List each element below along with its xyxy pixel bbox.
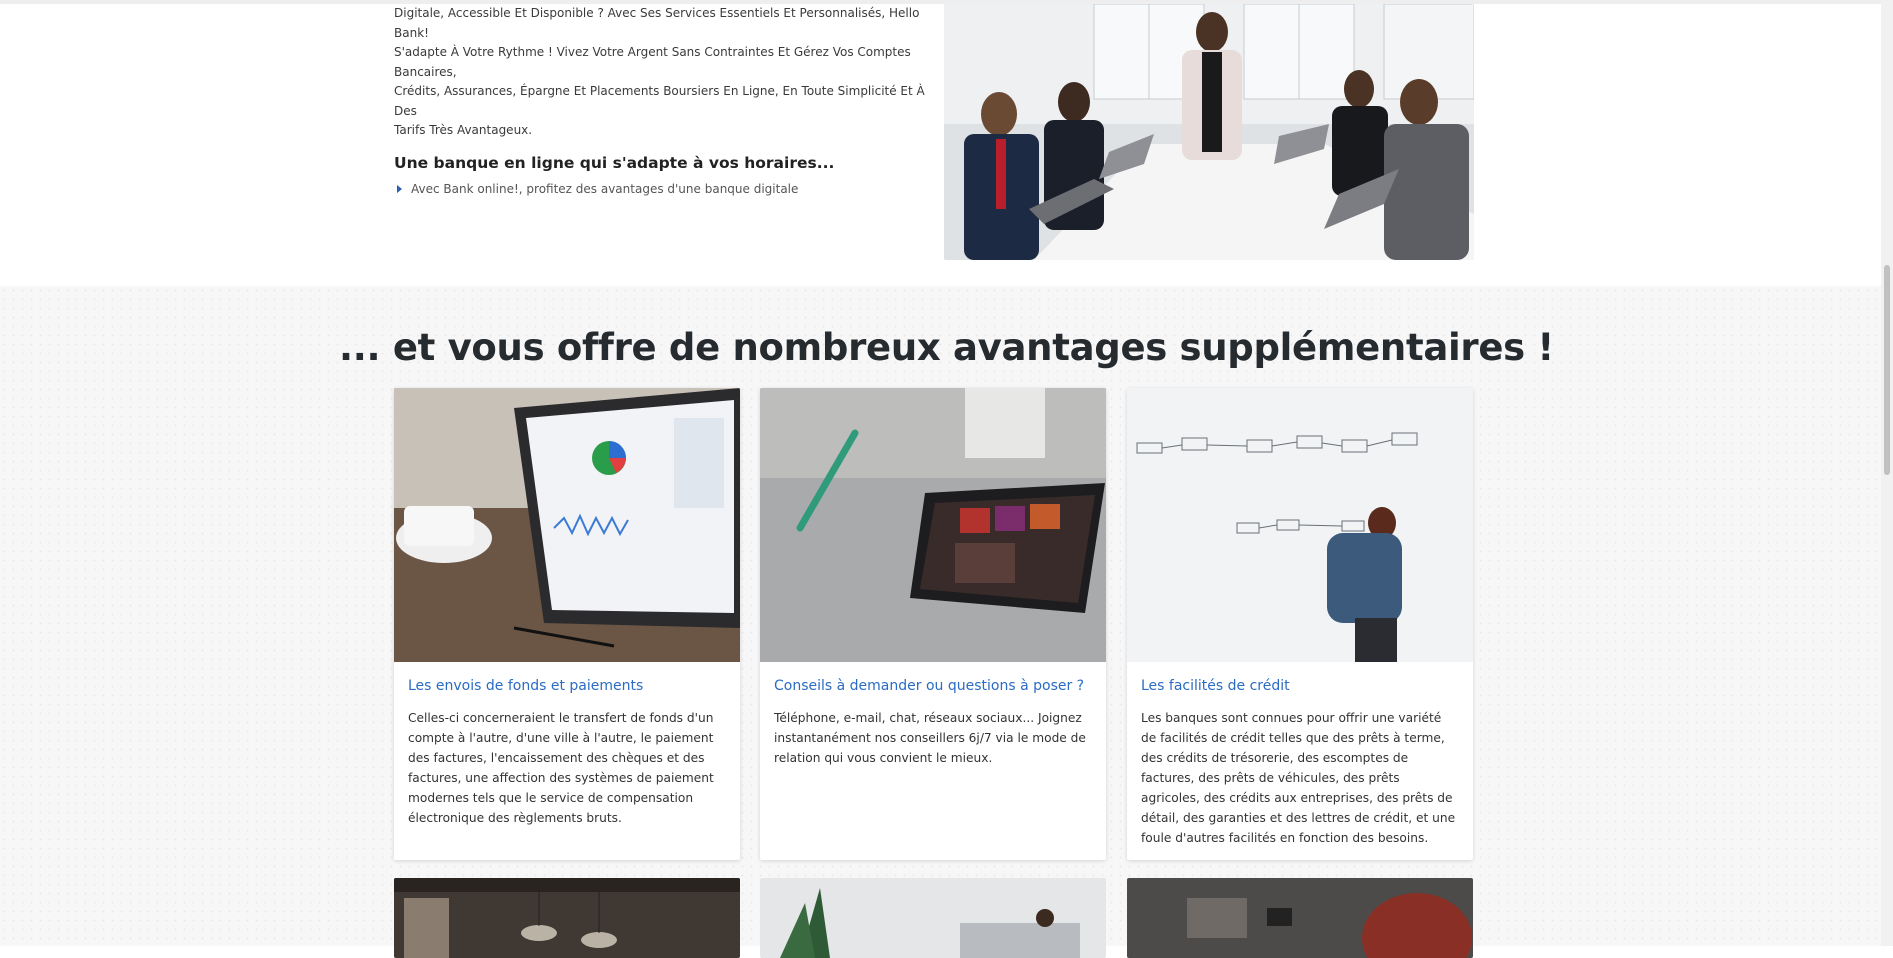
card-title-link[interactable]: Conseils à demander ou questions à poser… bbox=[774, 678, 1092, 694]
bullet-text: Avec Bank online!, profitez des avantage… bbox=[411, 181, 799, 196]
intro-section: Digitale, Accessible Et Disponible ? Ave… bbox=[0, 4, 1893, 286]
intro-line: Tarifs Très Avantageux. bbox=[394, 123, 533, 137]
office-plant-image bbox=[760, 878, 1106, 958]
advantage-card-advice: Conseils à demander ou questions à poser… bbox=[760, 388, 1106, 860]
card-description: Téléphone, e-mail, chat, réseaux sociaux… bbox=[774, 711, 1086, 765]
card-description: Celles-ci concerneraient le transfert de… bbox=[408, 711, 714, 825]
smartphone-image bbox=[760, 388, 1106, 662]
caret-right-icon bbox=[397, 184, 402, 193]
team-meeting-photo bbox=[944, 4, 1474, 260]
scrollbar-thumb[interactable] bbox=[1884, 265, 1890, 475]
intro-bullet: Avec Bank online!, profitez des avantage… bbox=[394, 182, 934, 196]
intro-line: S'adapte À Votre Rythme ! Vivez Votre Ar… bbox=[394, 45, 911, 79]
advantages-title: ... et vous offre de nombreux avantages … bbox=[338, 326, 1554, 369]
intro-line: Crédits, Assurances, Épargne Et Placemen… bbox=[394, 84, 925, 118]
advantages-section: ... et vous offre de nombreux avantages … bbox=[0, 286, 1893, 958]
cafe-interior-image bbox=[394, 878, 740, 958]
advantage-card-payments: Les envois de fonds et paiements Celles-… bbox=[394, 388, 740, 860]
card-title-link[interactable]: Les envois de fonds et paiements bbox=[408, 678, 726, 694]
card-title-link[interactable]: Les facilités de crédit bbox=[1141, 678, 1459, 694]
page-scrollbar[interactable] bbox=[1881, 0, 1893, 946]
tablet-analytics-image bbox=[394, 388, 740, 662]
intro-line: Digitale, Accessible Et Disponible ? Ave… bbox=[394, 6, 920, 40]
whiteboard-image bbox=[1127, 388, 1473, 662]
people-phones-image bbox=[1127, 878, 1473, 958]
card-description: Les banques sont connues pour offrir une… bbox=[1141, 711, 1456, 845]
intro-paragraph: Digitale, Accessible Et Disponible ? Ave… bbox=[394, 4, 934, 141]
intro-heading: Une banque en ligne qui s'adapte à vos h… bbox=[394, 153, 835, 172]
advantage-card-credit: Les facilités de crédit Les banques sont… bbox=[1127, 388, 1473, 860]
intro-text-block: Digitale, Accessible Et Disponible ? Ave… bbox=[394, 4, 934, 196]
